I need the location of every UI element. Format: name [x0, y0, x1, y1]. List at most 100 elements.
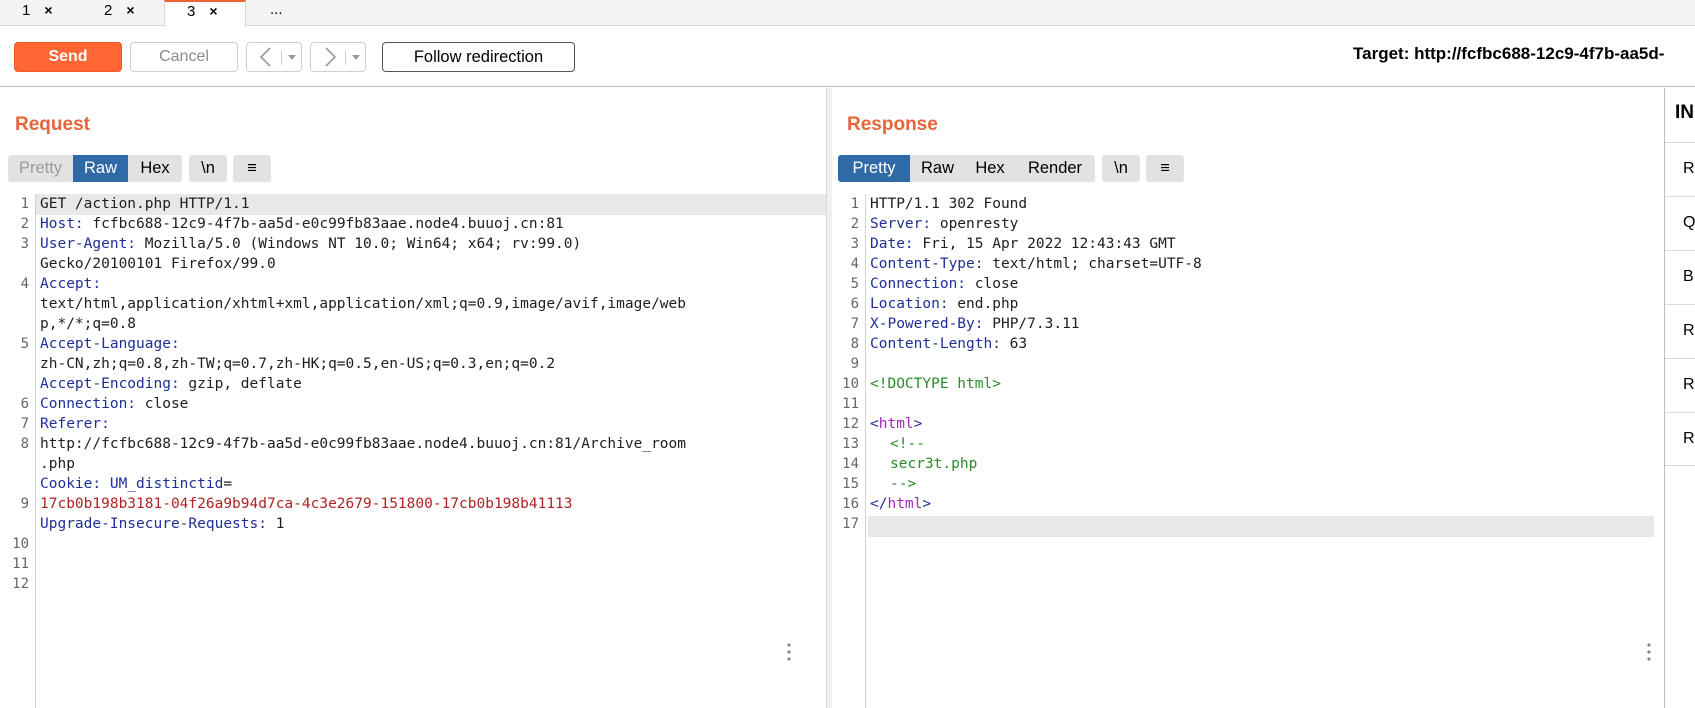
- inspector-row-label: R: [1683, 160, 1695, 177]
- tab-render[interactable]: Render: [1015, 155, 1095, 182]
- line-number-gutter: 1 2 3 4 5 6 7 8 9 10 11 12 13 14 15 16 1…: [832, 194, 866, 708]
- tab-more[interactable]: ...: [246, 0, 306, 25]
- line-number: 4: [850, 256, 859, 272]
- code-line: X-Powered-By: PHP/7.3.11: [870, 316, 1080, 332]
- code-line: Gecko/20100101 Firefox/99.0: [40, 256, 276, 272]
- line-number: 10: [842, 376, 859, 392]
- tab-bar: 1 × 2 × 3 × ...: [0, 0, 1695, 27]
- drag-handle-icon[interactable]: [787, 642, 791, 662]
- code-line: HTTP/1.1 302 Found: [870, 196, 1028, 212]
- tab-hex[interactable]: Hex: [128, 155, 182, 182]
- cancel-button[interactable]: Cancel: [130, 42, 238, 72]
- response-panel: Response Pretty Raw Hex Render \n ≡ 1 2 …: [832, 88, 1664, 708]
- tab-2[interactable]: 2 ×: [82, 0, 164, 25]
- follow-redirection-button[interactable]: Follow redirection: [382, 42, 575, 72]
- tab-pretty[interactable]: Pretty: [8, 155, 73, 182]
- code-line: Accept:: [40, 276, 102, 292]
- line-number: 12: [12, 576, 29, 592]
- inspector-row[interactable]: R: [1665, 358, 1695, 412]
- line-number: 5: [20, 336, 29, 352]
- code-line: p,*/*;q=0.8: [40, 316, 137, 332]
- response-title: Response: [847, 114, 938, 135]
- code-line: http://fcfbc688-12c9-4f7b-aa5d-e0c99fb83…: [40, 436, 687, 452]
- code-line: <!DOCTYPE html>: [870, 376, 1001, 392]
- tab-label: 1: [22, 2, 31, 19]
- line-number: 11: [842, 396, 859, 412]
- code-line: 17cb0b198b3181-04f26a9b94d7ca-4c3e2679-1…: [40, 496, 573, 512]
- code-line: <!--: [890, 436, 925, 452]
- tab-hex[interactable]: Hex: [965, 155, 1015, 182]
- inspector-row[interactable]: B: [1665, 250, 1695, 304]
- code-line: Connection: close: [40, 396, 189, 412]
- request-title: Request: [15, 114, 90, 135]
- chevron-left-icon: [259, 47, 271, 67]
- tab-1[interactable]: 1 ×: [0, 0, 82, 25]
- line-number: 3: [850, 236, 859, 252]
- response-editor[interactable]: 1 2 3 4 5 6 7 8 9 10 11 12 13 14 15 16 1…: [832, 194, 1654, 708]
- menu-icon[interactable]: ≡: [233, 155, 271, 182]
- code-line: -->: [890, 476, 917, 492]
- tab-label: 3: [187, 3, 196, 20]
- line-number: 3: [20, 236, 29, 252]
- close-icon[interactable]: ×: [126, 2, 134, 18]
- line-number: 9: [850, 356, 859, 372]
- code-line: zh-CN,zh;q=0.8,zh-TW;q=0.7,zh-HK;q=0.5,e…: [40, 356, 556, 372]
- line-number: 5: [850, 276, 859, 292]
- send-button[interactable]: Send: [14, 42, 122, 72]
- inspector-panel: IN R Q B R R R: [1664, 88, 1695, 708]
- inspector-row-label: R: [1683, 322, 1695, 339]
- tab-raw[interactable]: Raw: [910, 155, 965, 182]
- code-line: secr3t.php: [890, 456, 978, 472]
- line-number: 16: [842, 496, 859, 512]
- inspector-row[interactable]: R: [1665, 412, 1695, 466]
- inspector-row[interactable]: R: [1665, 304, 1695, 358]
- target-label[interactable]: Target: http://fcfbc688-12c9-4f7b-aa5d-: [1353, 44, 1664, 64]
- close-icon[interactable]: ×: [209, 3, 217, 19]
- code-line: .php: [40, 456, 75, 472]
- code-line: Cookie: UM_distinctid=: [40, 476, 233, 492]
- line-number: 17: [842, 516, 859, 532]
- tab-raw[interactable]: Raw: [73, 155, 128, 182]
- request-editor[interactable]: 1 2 3 4 5 6 7 8 9 10 11 12 GET /action.p…: [0, 194, 826, 708]
- line-number: 4: [20, 276, 29, 292]
- inspector-row[interactable]: R: [1665, 142, 1695, 196]
- request-panel: Request Pretty Raw Hex \n ≡ 1 2 3 4 5 6 …: [0, 88, 826, 708]
- code-line: User-Agent: Mozilla/5.0 (Windows NT 10.0…: [40, 236, 582, 252]
- code-line: Accept-Language:: [40, 336, 180, 352]
- back-button[interactable]: [246, 42, 302, 72]
- drag-handle-icon[interactable]: [1647, 642, 1651, 662]
- chevron-down-icon[interactable]: [287, 51, 297, 63]
- divider: [281, 50, 282, 65]
- tab-pretty[interactable]: Pretty: [838, 155, 910, 182]
- inspector-title: IN: [1675, 102, 1694, 123]
- code-line: Host: fcfbc688-12c9-4f7b-aa5d-e0c99fb83a…: [40, 216, 564, 232]
- line-number: 1: [20, 196, 29, 212]
- code-line: <html>: [870, 416, 923, 432]
- code-line: Referer:: [40, 416, 110, 432]
- line-number: 10: [12, 536, 29, 552]
- inspector-row-label: R: [1683, 376, 1695, 393]
- forward-button[interactable]: [310, 42, 366, 72]
- toolbar: Send Cancel Follow redirection Target: h…: [0, 27, 1695, 87]
- inspector-row[interactable]: Q: [1665, 196, 1695, 250]
- chevron-down-icon[interactable]: [351, 51, 361, 63]
- inspector-row-label: B: [1683, 268, 1694, 285]
- code-line: Upgrade-Insecure-Requests: 1: [40, 516, 285, 532]
- code-line: Connection: close: [870, 276, 1019, 292]
- divider: [345, 50, 346, 65]
- code-line: Accept-Encoding: gzip, deflate: [40, 376, 302, 392]
- line-number: 8: [20, 436, 29, 452]
- line-number: 15: [842, 476, 859, 492]
- code-line: GET /action.php HTTP/1.1: [40, 196, 250, 212]
- code-line: text/html,application/xhtml+xml,applicat…: [40, 296, 687, 312]
- line-number: 6: [20, 396, 29, 412]
- close-icon[interactable]: ×: [44, 2, 52, 18]
- newline-toggle-button[interactable]: \n: [1102, 155, 1140, 182]
- line-number-gutter: 1 2 3 4 5 6 7 8 9 10 11 12: [0, 194, 36, 708]
- line-number: 2: [850, 216, 859, 232]
- code-line: Server: openresty: [870, 216, 1019, 232]
- tab-3[interactable]: 3 ×: [164, 0, 246, 27]
- line-number: 9: [20, 496, 29, 512]
- newline-toggle-button[interactable]: \n: [189, 155, 227, 182]
- menu-icon[interactable]: ≡: [1146, 155, 1184, 182]
